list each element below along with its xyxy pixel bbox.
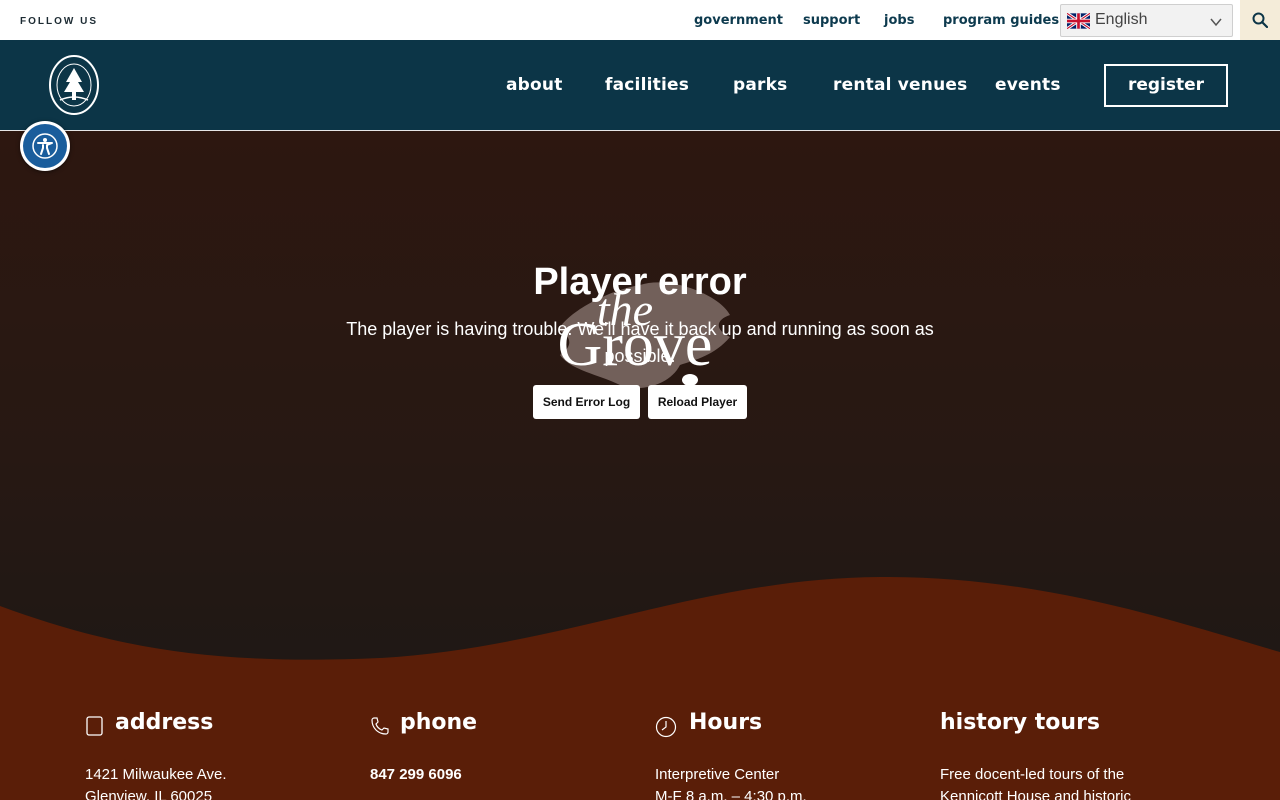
utility-bar: FOLLOW US government support jobs progra…: [0, 0, 1280, 40]
phone-icon: [371, 717, 389, 735]
nav-item-facilities[interactable]: facilities: [605, 75, 689, 95]
hours-line-2: M-F 8 a.m. – 4:30 p.m.: [655, 788, 807, 800]
nav-item-rental-venues[interactable]: rental venues: [833, 75, 967, 95]
hours-heading: Hours: [689, 710, 763, 735]
main-navigation: about facilities parks rental venues eve…: [0, 40, 1280, 131]
history-tours-text: Free docent-led tours of the Kennicott H…: [940, 764, 1131, 800]
map-pin-icon: [86, 716, 103, 736]
register-button[interactable]: register: [1104, 64, 1228, 107]
follow-us-label: FOLLOW US: [20, 16, 98, 27]
language-selector[interactable]: English: [1060, 4, 1233, 37]
nav-link-jobs[interactable]: jobs: [884, 13, 914, 28]
nav-link-government[interactable]: government: [694, 13, 783, 28]
clock-icon: [655, 716, 677, 738]
location-info: address 1421 Milwaukee Ave. Glenview, IL…: [0, 660, 1280, 800]
history-tours-heading: history tours: [940, 710, 1101, 735]
chevron-down-icon: [1210, 18, 1222, 27]
reload-player-button[interactable]: Reload Player: [648, 385, 747, 419]
uk-flag-icon: [1067, 13, 1090, 29]
nav-item-about[interactable]: about: [506, 75, 563, 95]
nav-link-program-guides[interactable]: program guides: [943, 13, 1059, 28]
hours-line-1: Interpretive Center: [655, 766, 780, 783]
search-icon: [1252, 12, 1268, 28]
hours-text: Interpretive Center M-F 8 a.m. – 4:30 p.…: [655, 764, 807, 800]
address-line-1: 1421 Milwaukee Ave.: [85, 766, 227, 783]
search-button[interactable]: [1240, 0, 1280, 40]
accessibility-icon: [32, 133, 58, 159]
address-line-2: Glenview, IL 60025: [85, 788, 213, 800]
history-tours-line-1: Free docent-led tours of the: [940, 766, 1125, 783]
park-district-logo[interactable]: [48, 54, 100, 116]
player-error-title: Player error: [533, 261, 747, 303]
address-text: 1421 Milwaukee Ave. Glenview, IL 60025: [85, 764, 226, 800]
send-error-log-button[interactable]: Send Error Log: [533, 385, 640, 419]
history-tours-line-2: Kennicott House and historic: [940, 788, 1131, 800]
phone-heading: phone: [400, 710, 478, 735]
language-label: English: [1095, 11, 1148, 28]
player-error-message: The player is having trouble. We'll have…: [346, 319, 934, 366]
accessibility-button[interactable]: [20, 121, 70, 171]
nav-item-parks[interactable]: parks: [733, 75, 787, 95]
nav-link-support[interactable]: support: [803, 13, 860, 28]
phone-number[interactable]: 847 299 6096: [370, 764, 462, 786]
footer-wave: [0, 576, 1280, 670]
address-heading: address: [115, 710, 214, 735]
nav-item-events[interactable]: events: [995, 75, 1061, 95]
